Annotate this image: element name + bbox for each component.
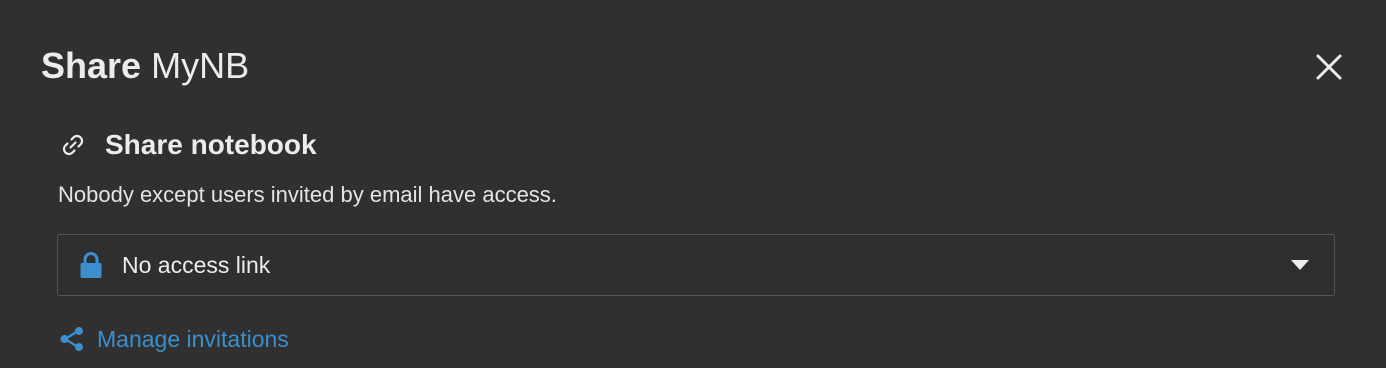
access-link-select[interactable]: No access link [57,234,1335,296]
share-notebook-header: Share notebook [58,126,317,164]
close-button[interactable] [1308,46,1350,88]
dialog-title-notebook-name: MyNB [151,45,250,86]
access-select-value: No access link [122,251,271,278]
access-description: Nobody except users invited by email hav… [58,182,557,207]
link-icon [58,130,88,160]
close-icon [1316,54,1342,80]
lock-icon [77,250,105,280]
share-icon [58,325,86,353]
section-title: Share notebook [105,129,317,160]
dialog-title: Share MyNB [41,44,249,88]
manage-invitations-label: Manage invitations [97,325,289,352]
dialog-title-action: Share [41,45,142,86]
caret-down-icon [1290,255,1310,275]
share-dialog: Share MyNB Share notebook Nobody except … [0,0,1386,368]
manage-invitations-link[interactable]: Manage invitations [58,322,289,356]
